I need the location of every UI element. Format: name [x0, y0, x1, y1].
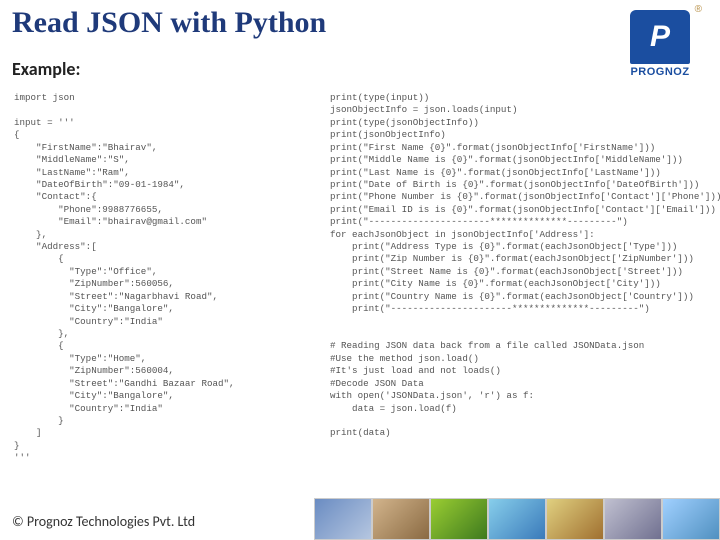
lightning-icon: P [650, 20, 670, 54]
footer-thumb [488, 498, 546, 540]
code-snippet-right: print(type(input)) jsonObjectInfo = json… [330, 92, 710, 440]
logo-text: PROGNOZ [630, 66, 689, 78]
copyright-text: © Prognoz Technologies Pvt. Ltd [12, 513, 195, 530]
example-label: Example [12, 58, 80, 80]
code-snippet-left: import json input = ''' { "FirstName":"B… [14, 92, 334, 465]
footer-thumb [430, 498, 488, 540]
footer-image-strip [314, 498, 720, 540]
logo-badge: P ® [630, 10, 690, 64]
footer-thumb [372, 498, 430, 540]
footer-thumb [604, 498, 662, 540]
footer-thumb [314, 498, 372, 540]
page-title: Read JSON with Python [12, 6, 326, 40]
brand-logo: P ® PROGNOZ [616, 10, 704, 88]
registered-icon: ® [695, 4, 702, 15]
footer-thumb [546, 498, 604, 540]
footer-thumb [662, 498, 720, 540]
